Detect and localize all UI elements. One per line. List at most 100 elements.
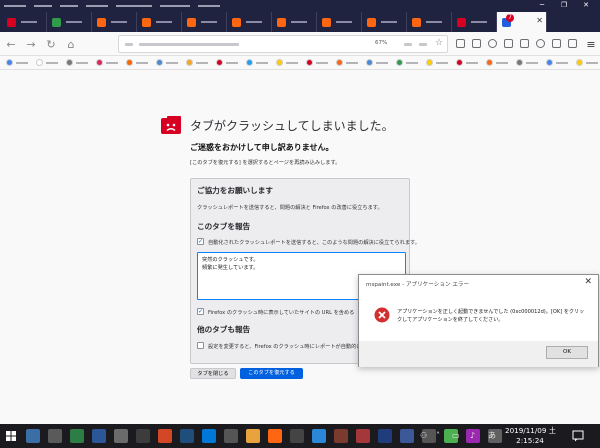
start-button[interactable]: [0, 424, 22, 448]
taskbar-app-icon[interactable]: [114, 429, 128, 443]
bookmark-item[interactable]: [66, 59, 88, 66]
other-tabs-checkbox[interactable]: [197, 342, 204, 349]
notification-icon[interactable]: [571, 429, 585, 443]
browser-tab[interactable]: [317, 12, 362, 32]
extension-icon[interactable]: [536, 39, 545, 48]
bookmark-item[interactable]: [396, 59, 418, 66]
taskbar-app-icon[interactable]: [202, 429, 216, 443]
browser-titlebar: ─ ❐ ✕ 7 ✕: [0, 0, 600, 32]
account-icon[interactable]: [488, 39, 497, 48]
taskbar-app-icon[interactable]: [268, 429, 282, 443]
bookmark-item[interactable]: [306, 59, 328, 66]
zoom-level[interactable]: 67%: [375, 40, 387, 46]
bookmark-item[interactable]: [336, 59, 358, 66]
back-icon[interactable]: ←: [4, 37, 18, 51]
bookmark-item[interactable]: [186, 59, 208, 66]
url-bar[interactable]: 67% ☆: [118, 35, 448, 53]
taskbar-app-icon[interactable]: [158, 429, 172, 443]
taskbar-app-icon[interactable]: [400, 429, 414, 443]
include-url-checkbox[interactable]: ✓: [197, 308, 204, 315]
menu-item[interactable]: [60, 1, 78, 10]
dialog-close-icon[interactable]: ✕: [584, 277, 592, 287]
taskbar-app-icon[interactable]: [70, 429, 84, 443]
bookmark-item[interactable]: [576, 59, 598, 66]
bookmark-item[interactable]: [216, 59, 238, 66]
bookmark-item[interactable]: [156, 59, 178, 66]
sidebar-icon[interactable]: [472, 39, 481, 48]
browser-tab[interactable]: [47, 12, 92, 32]
taskbar-app-icon[interactable]: [180, 429, 194, 443]
browser-tab[interactable]: [182, 12, 227, 32]
extension-icon[interactable]: [520, 39, 529, 48]
browser-tab[interactable]: [362, 12, 407, 32]
bookmark-item[interactable]: [246, 59, 268, 66]
taskbar-app-icon[interactable]: [290, 429, 304, 443]
bookmark-item[interactable]: [126, 59, 148, 66]
pocket-icon[interactable]: [419, 43, 427, 46]
browser-tab[interactable]: [92, 12, 137, 32]
browser-tab[interactable]: [227, 12, 272, 32]
reload-icon[interactable]: ↻: [44, 37, 58, 51]
site-info-icon[interactable]: [125, 43, 133, 46]
bookmark-label: [496, 61, 508, 64]
bookmark-favicon-icon: [546, 59, 553, 66]
bookmark-item[interactable]: [486, 59, 508, 66]
home-icon[interactable]: ⌂: [64, 37, 78, 51]
browser-tab[interactable]: [272, 12, 317, 32]
volume-icon[interactable]: ♪: [470, 429, 475, 443]
taskbar-app-icon[interactable]: [334, 429, 348, 443]
ime-indicator[interactable]: あ: [488, 429, 496, 443]
ok-button[interactable]: OK: [546, 346, 588, 359]
battery-icon[interactable]: ▭: [452, 429, 460, 443]
menu-item[interactable]: [34, 1, 52, 10]
menu-hamburger-icon[interactable]: ≡: [584, 37, 598, 51]
restore-icon[interactable]: ❐: [553, 0, 575, 10]
reader-view-icon[interactable]: [404, 43, 412, 46]
bookmark-item[interactable]: [516, 59, 538, 66]
extension-icon[interactable]: [552, 39, 561, 48]
browser-tab[interactable]: [2, 12, 47, 32]
bookmark-label: [376, 61, 388, 64]
close-tab-button[interactable]: タブを閉じる: [190, 368, 236, 379]
menu-item[interactable]: [116, 1, 152, 10]
browser-tab[interactable]: [407, 12, 452, 32]
bookmark-item[interactable]: [6, 59, 28, 66]
menu-item[interactable]: [198, 1, 220, 10]
browser-tab[interactable]: [137, 12, 182, 32]
bookmark-label: [316, 61, 328, 64]
extension-icon[interactable]: [504, 39, 513, 48]
bookmark-item[interactable]: [96, 59, 118, 66]
taskbar-clock[interactable]: 2019/11/09 土 2:15:24: [505, 426, 556, 446]
menu-item[interactable]: [160, 1, 190, 10]
taskbar-app-icon[interactable]: [92, 429, 106, 443]
extension-icon[interactable]: [568, 39, 577, 48]
library-icon[interactable]: [456, 39, 465, 48]
taskbar-app-icon[interactable]: [246, 429, 260, 443]
show-hidden-icons-icon[interactable]: ˄: [436, 429, 440, 443]
minimize-icon[interactable]: ─: [531, 0, 553, 10]
browser-tab[interactable]: [452, 12, 497, 32]
bookmark-item[interactable]: [36, 59, 58, 66]
taskbar-app-icon[interactable]: [48, 429, 62, 443]
bookmark-star-icon[interactable]: ☆: [435, 38, 443, 48]
window-close-icon[interactable]: ✕: [575, 0, 597, 10]
people-icon[interactable]: ⚇: [420, 429, 427, 443]
forward-icon[interactable]: →: [24, 37, 38, 51]
taskbar-app-icon[interactable]: [26, 429, 40, 443]
close-tab-icon[interactable]: ✕: [536, 16, 543, 25]
taskbar-app-icon[interactable]: [378, 429, 392, 443]
taskbar-app-icon[interactable]: [356, 429, 370, 443]
taskbar-app-icon[interactable]: [136, 429, 150, 443]
taskbar-app-icon[interactable]: [312, 429, 326, 443]
restore-tab-button[interactable]: このタブを復元する: [240, 368, 303, 379]
bookmark-item[interactable]: [546, 59, 568, 66]
active-tab[interactable]: 7 ✕: [497, 12, 547, 32]
bookmark-item[interactable]: [426, 59, 448, 66]
bookmark-item[interactable]: [456, 59, 478, 66]
bookmark-item[interactable]: [276, 59, 298, 66]
taskbar-app-icon[interactable]: [224, 429, 238, 443]
bookmark-item[interactable]: [366, 59, 388, 66]
auto-submit-checkbox[interactable]: ✓: [197, 238, 204, 245]
menu-item[interactable]: [86, 1, 108, 10]
menu-item[interactable]: [4, 1, 26, 10]
